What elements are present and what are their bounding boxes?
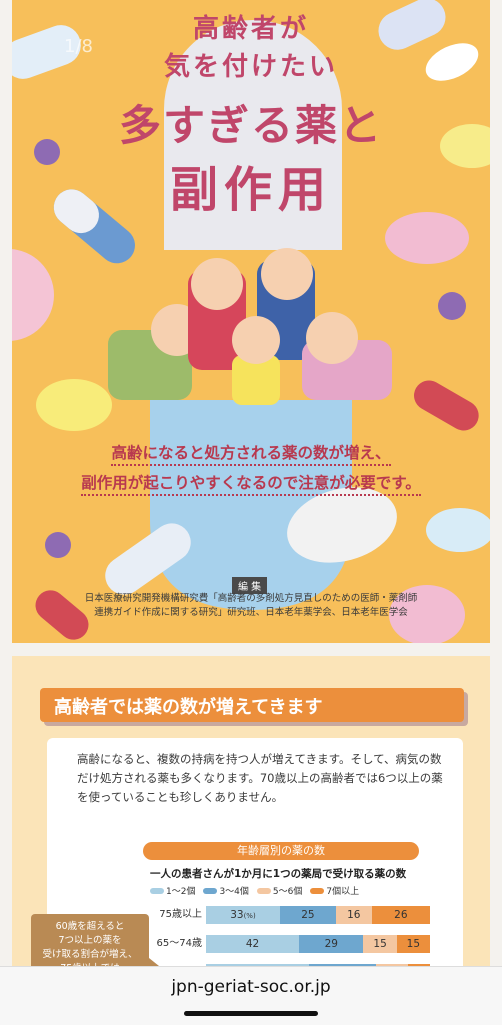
bar-segment: 15 (396, 935, 430, 953)
stacked-bar: 42 29 15 15 (206, 935, 430, 953)
chart-row: 75歳以上 33(%) 25 16 26 (150, 904, 460, 926)
category-label: 65〜74歳 (156, 938, 202, 949)
browser-address-bar[interactable]: jpn-geriat-soc.or.jp (0, 966, 502, 1025)
editor-line1: 日本医療研究開発機構研究費「高齢者の多剤処方見直しのための医師・薬剤師 (84, 593, 418, 604)
legend-swatch (203, 887, 218, 894)
cover-subtitle-line1: 高齢になると処方される薬の数が増え、 (111, 444, 391, 466)
callout-line: 7つ以上の薬を (58, 935, 122, 946)
bar-segment: 25 (279, 906, 336, 924)
bar-segment: 16 (335, 906, 372, 924)
legend-swatch (256, 887, 271, 894)
bar-segment: 33(%) (206, 906, 280, 924)
unit-label: (%) (243, 912, 256, 920)
home-indicator[interactable] (184, 1011, 318, 1016)
legend-swatch (310, 887, 325, 894)
cover-page: 1/8 高齢者が 気を付けたい 多すぎる薬と 副作用 高齢になると処方される薬の… (12, 0, 490, 643)
bar-segment: 15 (363, 935, 397, 953)
section-banner: 高齢者では薬の数が増えてきます (40, 688, 464, 722)
editor-credits: 日本医療研究開発機構研究費「高齢者の多剤処方見直しのための医師・薬剤師 連携ガイ… (42, 592, 460, 620)
second-page: 高齢者では薬の数が増えてきます 高齢になると、複数の持病を持つ人が増えてきます。… (12, 656, 490, 998)
intro-text: 高齢になると、複数の持病を持つ人が増えてきます。そして、病気の数だけ処方される薬… (77, 752, 443, 804)
legend-label: 3〜4個 (219, 887, 249, 897)
cover-title-line1: 高齢者が (192, 14, 309, 44)
chart-heading: 年齢層別の薬の数 (143, 842, 419, 860)
cover-title-line3: 多すぎる薬と (118, 101, 383, 150)
legend-item: 7個以上 (310, 884, 359, 897)
category-label: 75歳以上 (159, 909, 202, 920)
legend-swatch (150, 887, 164, 894)
legend-item: 3〜4個 (203, 884, 249, 897)
cover-title-line2: 気を付けたい (163, 52, 338, 82)
legend-label: 1〜2個 (166, 887, 196, 897)
section-banner-text: 高齢者では薬の数が増えてきます (54, 697, 323, 718)
family-illustration (108, 248, 392, 405)
legend-label: 7個以上 (326, 887, 360, 897)
callout-line: 受け取る割合が増え、 (42, 949, 138, 960)
callout-line: 60歳を超えると (55, 921, 125, 932)
chart-row: 65〜74歳 42 29 15 15 (150, 933, 460, 955)
url-text[interactable]: jpn-geriat-soc.or.jp (0, 977, 502, 997)
legend-label: 5〜6個 (272, 887, 303, 897)
stacked-bar: 33(%) 25 16 26 (206, 906, 430, 924)
chart-legend: 1〜2個 3〜4個 5〜6個 7個以上 (150, 884, 359, 897)
bar-segment: 29 (299, 935, 364, 953)
bar-segment: 42 (206, 935, 300, 953)
cover-subtitle: 高齢になると処方される薬の数が増え、 副作用が起こりやすくなるので注意が必要です… (52, 438, 450, 498)
cover-title-line4: 副作用 (169, 162, 332, 218)
chart-title: 一人の患者さんが1か月に1つの薬局で受け取る薬の数 (150, 868, 407, 880)
legend-item: 5〜6個 (256, 884, 303, 897)
cover-subtitle-line2: 副作用が起こりやすくなるので注意が必要です。 (81, 474, 421, 496)
bar-segment: 26 (371, 906, 430, 924)
editor-line2: 連携ガイド作成に関する研究」研究班、日本老年薬学会、日本老年医学会 (94, 607, 408, 618)
content-card: 高齢になると、複数の持病を持つ人が増えてきます。そして、病気の数だけ処方される薬… (31, 738, 463, 998)
legend-item: 1〜2個 (150, 884, 195, 897)
